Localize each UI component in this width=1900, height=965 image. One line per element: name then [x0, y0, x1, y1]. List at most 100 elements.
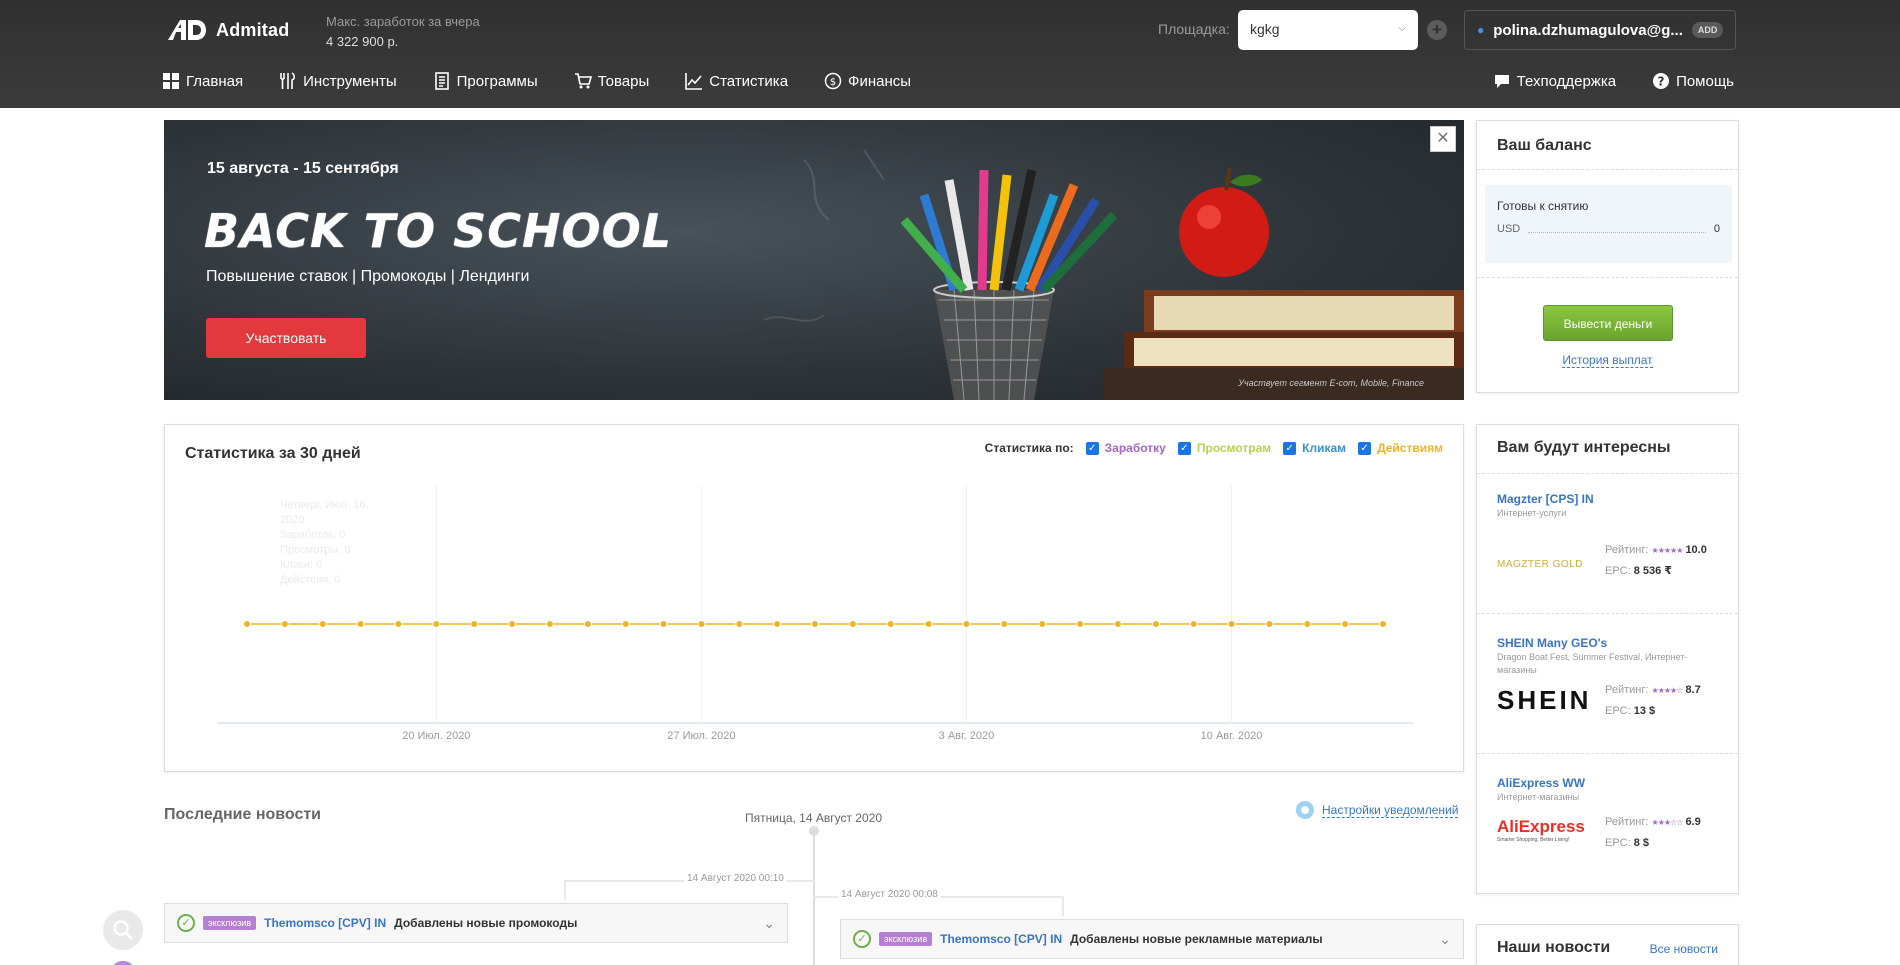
filter-earnings[interactable]: ✓ Заработку: [1085, 441, 1166, 455]
chat-icon: [1494, 75, 1509, 88]
nav-label: Товары: [597, 72, 650, 90]
close-icon[interactable]: ✕: [1430, 126, 1456, 152]
user-icon: ●: [1477, 23, 1485, 37]
add-platform-button[interactable]: +: [1427, 20, 1447, 40]
epc-value: 13 $: [1633, 705, 1656, 717]
top-header: Admitad Макс. заработок за вчера 4 322 9…: [0, 0, 1900, 108]
tools-icon: [280, 72, 296, 89]
rec-item[interactable]: AliExpress WW Интернет-магазины AliExpre…: [1477, 753, 1738, 893]
balance-box: Готовы к снятию USD 0: [1485, 185, 1732, 263]
ready-label: Готовы к снятию: [1497, 199, 1589, 213]
rec-category: Интернет-услуги: [1497, 508, 1567, 518]
aliexpress-logo: AliExpress Smarter Shopping, Better Livi…: [1497, 812, 1597, 848]
promo-banner[interactable]: 15 августа - 15 сентября BACK TO SCHOOL …: [164, 120, 1464, 400]
earnings-label: Макс. заработок за вчера: [326, 14, 480, 29]
data-point: [1265, 620, 1274, 628]
filter-clicks[interactable]: ✓ Кликам: [1283, 441, 1346, 455]
nav-item-statistics[interactable]: Статистика: [685, 72, 788, 90]
program-link[interactable]: Themomsco [CPV] IN: [264, 916, 386, 930]
checkbox-icon[interactable]: ✓: [1177, 441, 1191, 455]
epc-label: EPC:: [1605, 565, 1631, 577]
data-point: [848, 620, 857, 628]
news-text: Добавлены новые промокоды: [394, 916, 578, 930]
nav-item-finance[interactable]: $ Финансы: [824, 72, 911, 90]
banner-note: Участвует сегмент E-com, Mobile, Finance: [1238, 378, 1424, 388]
data-point: [621, 620, 630, 628]
chevron-down-icon[interactable]: ⌄: [1439, 931, 1451, 948]
news-card[interactable]: ✓ эксклюзив Themomsco [CPV] IN Добавлены…: [840, 919, 1464, 959]
stats-title: Статистика за 30 дней: [185, 445, 361, 462]
balance-panel: Ваш баланс Готовы к снятию USD 0 Вывести…: [1476, 120, 1739, 393]
banner-title: BACK TO SCHOOL: [204, 204, 673, 258]
withdraw-button[interactable]: Вывести деньги: [1543, 305, 1673, 341]
nav-item-tools[interactable]: Инструменты: [279, 72, 397, 90]
nav-label: Техподдержка: [1516, 72, 1617, 90]
document-icon: [434, 72, 449, 90]
rec-name[interactable]: Magzter [CPS] IN: [1497, 492, 1594, 506]
nav-item-help[interactable]: ? Помощь: [1652, 72, 1734, 90]
our-news-panel: Наши новости Все новости: [1476, 924, 1739, 965]
check-circle-icon: ✓: [853, 930, 871, 948]
platform-value: kgkg: [1250, 21, 1280, 37]
rec-category: Dragon Boat Fest, Summer Festival, Интер…: [1497, 652, 1688, 675]
nav-label: Финансы: [848, 72, 912, 90]
chevron-down-icon[interactable]: ⌄: [763, 915, 775, 932]
admitad-logo[interactable]: Admitad: [166, 18, 289, 42]
epc-value: 8 $: [1633, 837, 1650, 849]
checkbox-icon[interactable]: ✓: [1085, 441, 1099, 455]
data-point: [583, 620, 592, 628]
rec-item[interactable]: SHEIN Many GEO's Dragon Boat Fest, Summe…: [1477, 613, 1738, 753]
rating-label: Рейтинг:: [1605, 544, 1649, 556]
payout-history-link-wrap: История выплат: [1477, 353, 1738, 368]
yesterday-max-earnings: Макс. заработок за вчера 4 322 900 р.: [326, 12, 480, 52]
rec-item[interactable]: Magzter [CPS] IN Интернет-услуги MAGZTER…: [1477, 473, 1738, 613]
chart-icon: [685, 73, 703, 90]
floating-search-button[interactable]: [103, 910, 143, 950]
nav-item-products[interactable]: Товары: [574, 72, 650, 90]
filter-actions[interactable]: ✓ Действиям: [1358, 441, 1443, 455]
notification-settings-link[interactable]: Настройки уведомлений: [1296, 801, 1459, 819]
news-card[interactable]: ✓ эксклюзив Themomsco [CPV] IN Добавлены…: [164, 903, 788, 943]
timeline-time-left: 14 Август 2020 00:10: [684, 873, 787, 884]
data-point: [1189, 620, 1198, 628]
checkbox-icon[interactable]: ✓: [1358, 441, 1372, 455]
filter-text: Просмотрам: [1196, 441, 1272, 455]
aliexpress-tagline: Smarter Shopping, Better Living!: [1497, 837, 1570, 843]
search-icon: [113, 920, 133, 940]
check-circle-icon: ✓: [177, 914, 195, 932]
rec-name[interactable]: AliExpress WW: [1497, 776, 1585, 790]
nav-label: Инструменты: [303, 72, 397, 90]
x-tick-label: 10 Авг. 2020: [1201, 730, 1263, 742]
filter-views[interactable]: ✓ Просмотрам: [1177, 441, 1272, 455]
filter-label: Статистика по:: [984, 441, 1074, 455]
logo-text: Admitad: [216, 19, 290, 40]
rec-name[interactable]: SHEIN Many GEO's: [1497, 636, 1607, 650]
platform-select[interactable]: kgkg ⌵: [1238, 10, 1418, 50]
user-menu[interactable]: ● polina.dzhumagulova@g... ADD: [1464, 10, 1736, 50]
data-point: [356, 620, 365, 628]
payout-history-link[interactable]: История выплат: [1562, 353, 1653, 368]
timeline-time-right: 14 Август 2020 00:08: [838, 889, 941, 900]
dotted-leader: [1528, 225, 1706, 233]
nav-right: Техподдержка ? Помощь: [1493, 72, 1734, 90]
floating-chat-button[interactable]: [112, 961, 134, 965]
filter-text: Заработку: [1104, 441, 1166, 455]
all-news-link[interactable]: Все новости: [1650, 942, 1718, 956]
nav-item-home[interactable]: Главная: [162, 72, 243, 90]
nav-label: Главная: [186, 72, 244, 90]
grid-icon: [163, 73, 179, 89]
rec-category: Интернет-магазины: [1497, 792, 1580, 802]
participate-button[interactable]: Участвовать: [206, 318, 366, 358]
data-point: [697, 620, 706, 628]
data-point: [924, 620, 933, 628]
svg-text:?: ?: [1658, 75, 1665, 89]
tooltip-row: Клики: 0: [280, 559, 323, 571]
data-point: [1341, 620, 1350, 628]
checkbox-icon[interactable]: ✓: [1283, 441, 1297, 455]
data-point: [773, 620, 782, 628]
aliexpress-wordmark: AliExpress: [1497, 817, 1585, 836]
nav-item-programs[interactable]: Программы: [433, 72, 538, 90]
data-point: [735, 620, 744, 628]
nav-item-support[interactable]: Техподдержка: [1493, 72, 1616, 90]
program-link[interactable]: Themomsco [CPV] IN: [940, 932, 1062, 946]
